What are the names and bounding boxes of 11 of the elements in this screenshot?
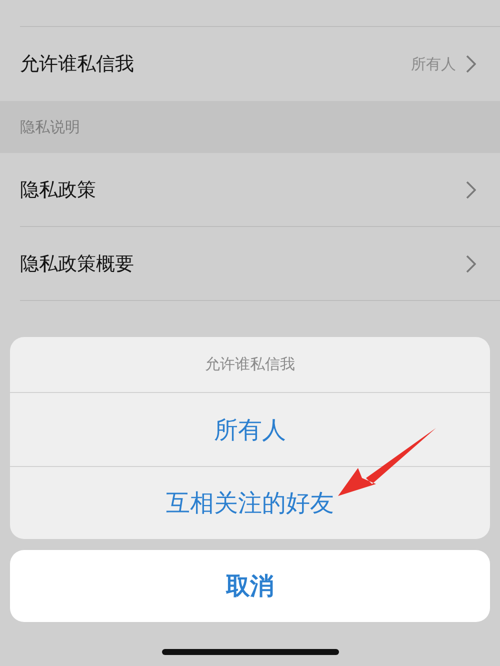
chevron-icon	[466, 255, 476, 273]
sheet-title: 允许谁私信我	[10, 337, 490, 393]
setting-label[interactable]: 允许谁私信我	[20, 51, 411, 77]
setting-value: 所有人	[411, 54, 456, 74]
cancel-button[interactable]: 取消	[10, 550, 490, 622]
chevron-icon	[466, 181, 476, 199]
section-title: 隐私说明	[20, 118, 80, 136]
chevron-icon	[466, 55, 476, 73]
setting-label[interactable]: 隐私政策概要	[20, 251, 466, 277]
sheet-option[interactable]: 所有人	[10, 393, 490, 466]
setting-label[interactable]: 隐私政策	[20, 177, 466, 203]
